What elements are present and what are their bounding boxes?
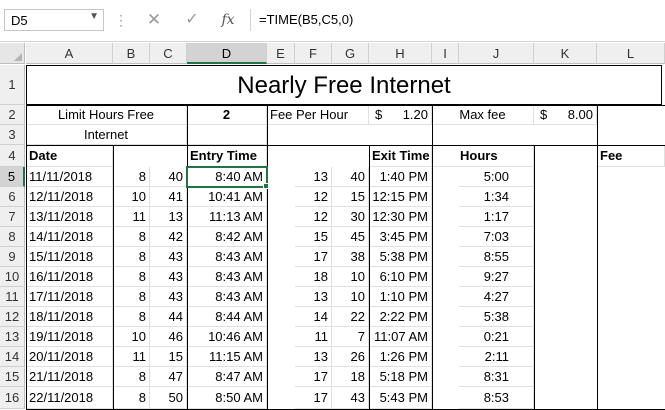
selected-cell-outline — [186, 166, 268, 188]
border-hours-col — [432, 145, 535, 410]
select-all-corner[interactable] — [0, 43, 25, 64]
border-exit-col — [369, 145, 433, 410]
border-limit-block — [26, 105, 188, 146]
name-box[interactable]: D5 ▼ — [4, 9, 104, 31]
column-header-e[interactable]: E — [267, 43, 295, 64]
column-header-i[interactable]: I — [432, 43, 459, 64]
column-header-k[interactable]: K — [534, 43, 597, 64]
chevron-down-icon[interactable]: ▼ — [89, 11, 99, 22]
vertical-dots-icon[interactable]: ⋮ — [114, 9, 128, 31]
border-date-col — [26, 145, 114, 410]
cancel-icon[interactable]: ✕ — [140, 9, 168, 31]
formula-bar: D5 ▼ ⋮ ✕ ✓ fx =TIME(B5,C5,0) — [0, 0, 665, 42]
column-header-b[interactable]: B — [113, 43, 150, 64]
row-header-1[interactable]: 1 — [0, 65, 25, 105]
sheet-title[interactable]: Nearly Free Internet — [26, 65, 662, 105]
insert-function-icon[interactable]: fx — [214, 9, 242, 31]
border-right-block — [597, 105, 665, 146]
row-header-14[interactable]: 14 — [0, 347, 25, 367]
enter-check-icon[interactable]: ✓ — [178, 9, 206, 31]
column-header-d[interactable]: D — [187, 43, 267, 64]
border-exit-parts — [267, 145, 370, 410]
row-header-3[interactable]: 3 — [0, 125, 25, 145]
row-header-9[interactable]: 9 — [0, 247, 25, 267]
column-header-j[interactable]: J — [459, 43, 534, 64]
row-header-11[interactable]: 11 — [0, 287, 25, 307]
border-limit-value — [187, 105, 268, 146]
row-header-5[interactable]: 5 — [0, 167, 25, 187]
row-header-16[interactable]: 16 — [0, 387, 25, 409]
fill-handle[interactable] — [263, 183, 269, 189]
row-header-2[interactable]: 2 — [0, 105, 25, 125]
row-header-15[interactable]: 15 — [0, 367, 25, 387]
row-header-13[interactable]: 13 — [0, 327, 25, 347]
formula-input[interactable]: =TIME(B5,C5,0) — [250, 9, 665, 31]
column-header-f[interactable]: F — [295, 43, 332, 64]
row-header-7[interactable]: 7 — [0, 207, 25, 227]
row-header-10[interactable]: 10 — [0, 267, 25, 287]
column-header-g[interactable]: G — [332, 43, 369, 64]
name-box-value: D5 — [11, 13, 28, 28]
column-header-l[interactable]: L — [597, 43, 665, 64]
spreadsheet-grid[interactable]: ABCDEFGHIJKL 1 2 3 4 5 6 7 8 9 10 11 12 13 14 15 16 Lim… — [0, 43, 665, 410]
border-k-col — [534, 145, 598, 410]
border-max-block — [432, 105, 598, 146]
column-header-c[interactable]: C — [150, 43, 187, 64]
row-header-6[interactable]: 6 — [0, 187, 25, 207]
row-header-8[interactable]: 8 — [0, 227, 25, 247]
column-header-h[interactable]: H — [369, 43, 432, 64]
column-header-a[interactable]: A — [26, 43, 113, 64]
border-fee-block — [267, 105, 433, 146]
border-entry-parts — [113, 145, 188, 410]
border-fee-col — [597, 145, 665, 410]
row-header-12[interactable]: 12 — [0, 307, 25, 327]
row-header-4[interactable]: 4 — [0, 145, 25, 167]
